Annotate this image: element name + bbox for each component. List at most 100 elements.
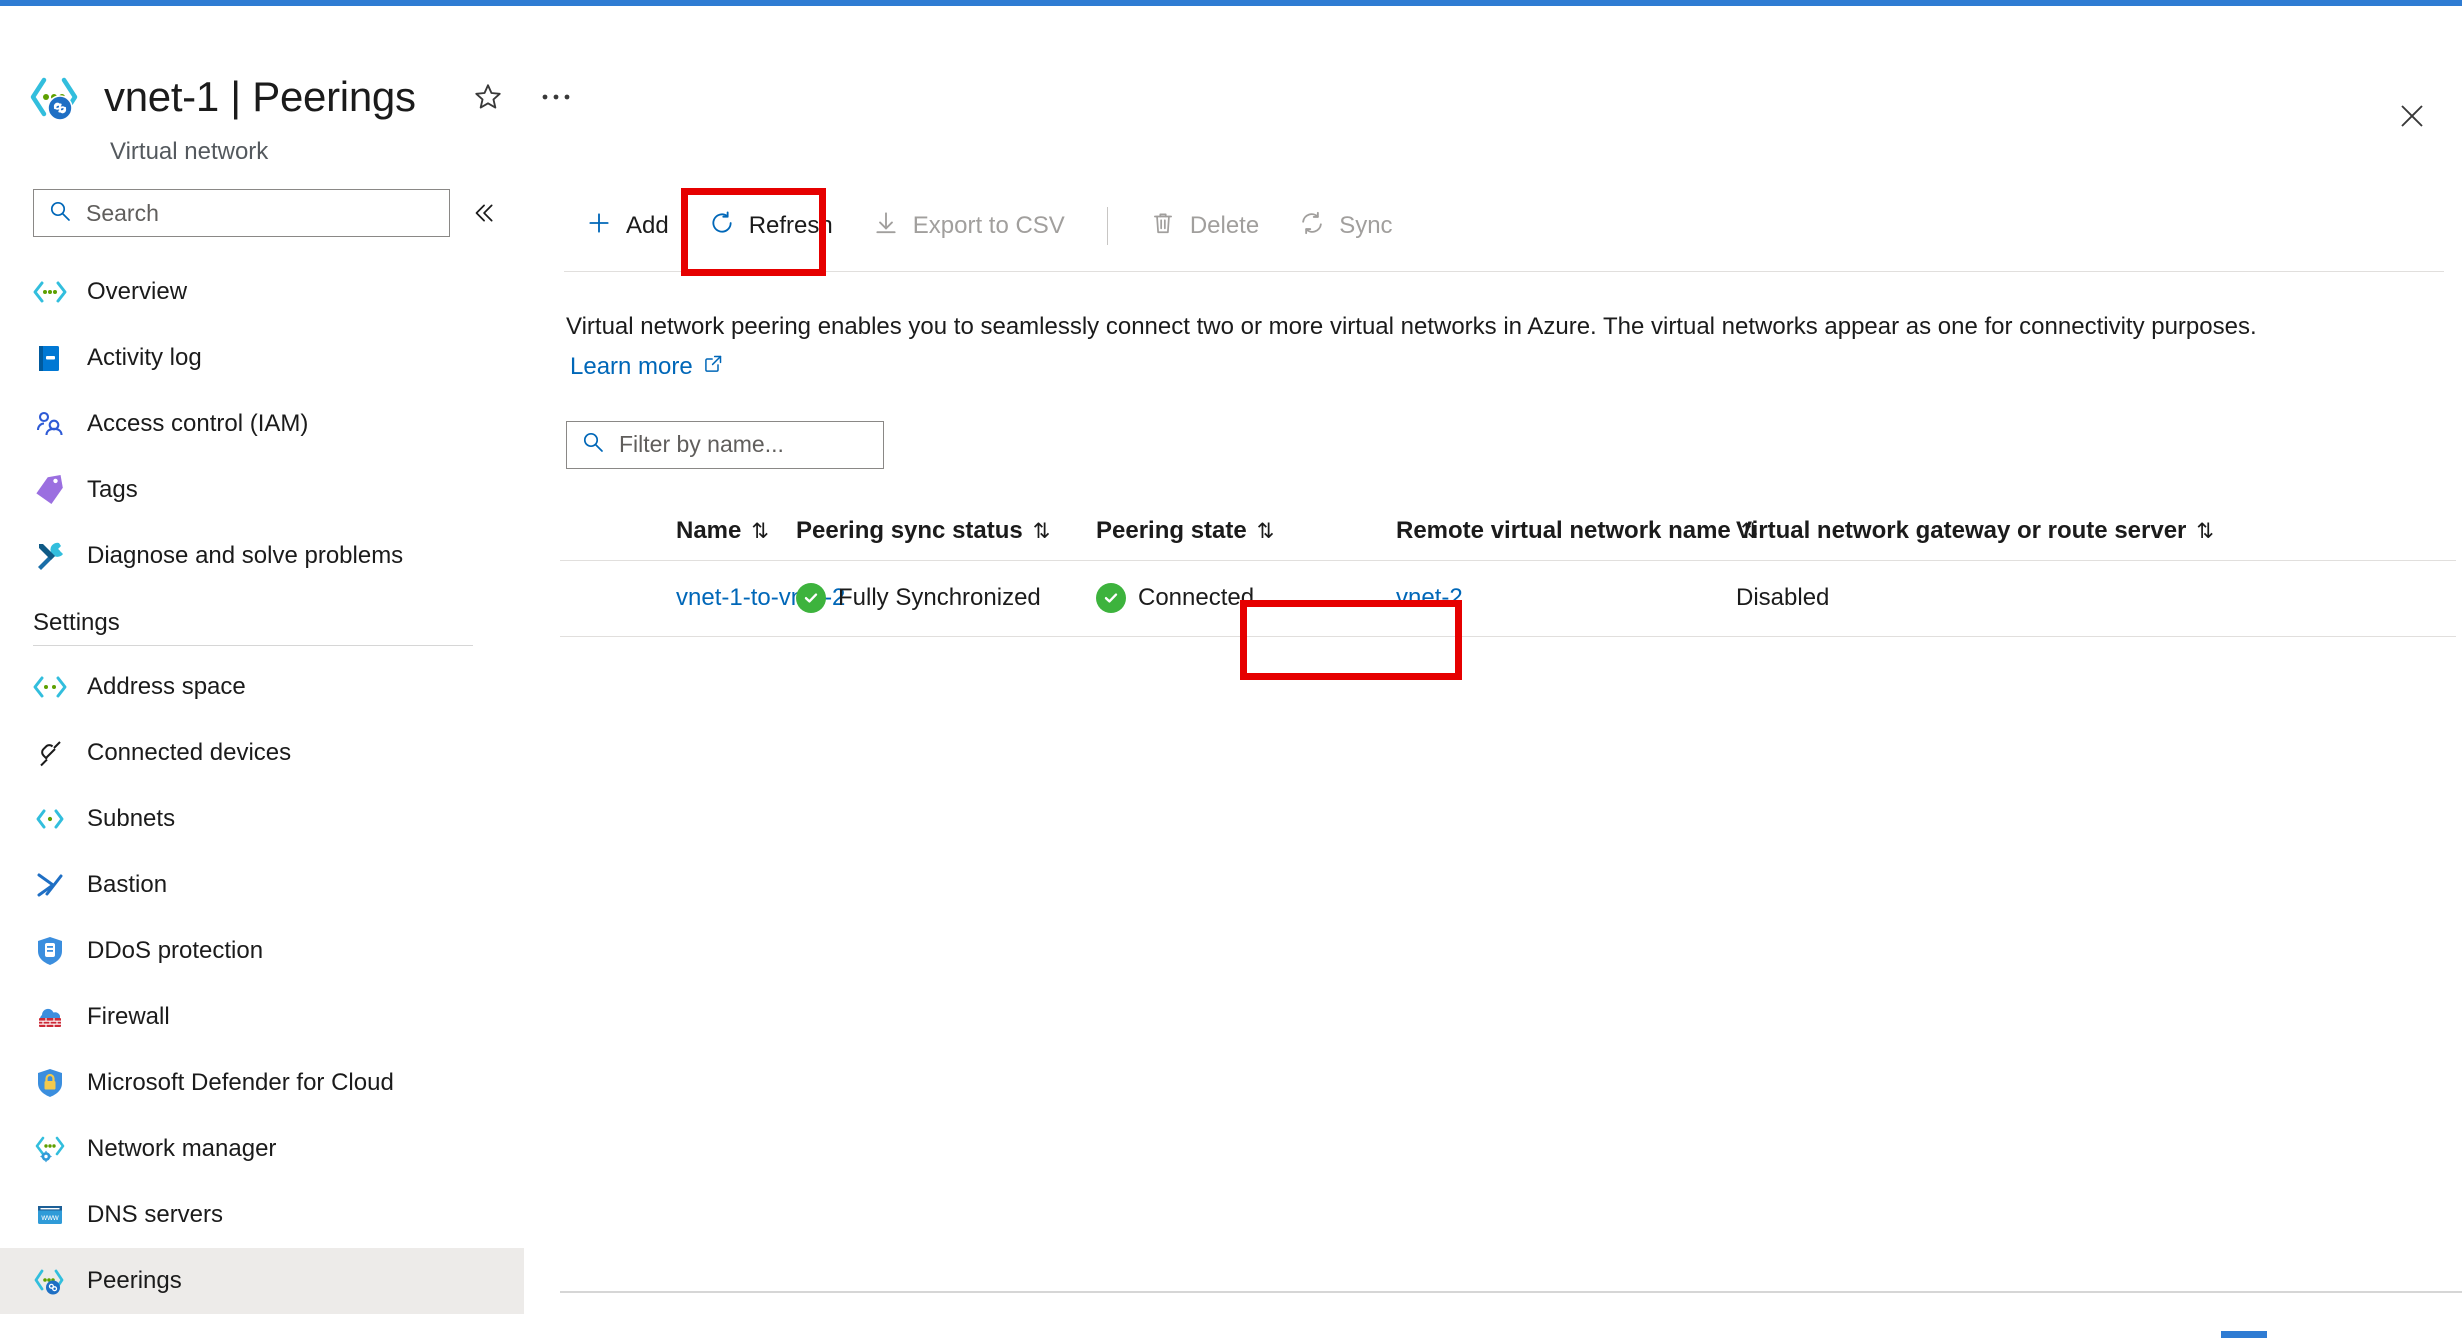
export-to-csv-button[interactable]: Export to CSV xyxy=(853,195,1085,257)
sidebar-item-label: Connected devices xyxy=(87,739,292,766)
sort-updown-icon: ⇅ xyxy=(1256,519,1275,543)
ellipsis-icon[interactable] xyxy=(536,77,576,117)
sidebar-item-network-manager[interactable]: Network manager xyxy=(0,1116,524,1182)
sidebar-item-dns-servers[interactable]: www DNS servers xyxy=(0,1182,524,1248)
column-header-label: Name xyxy=(676,517,742,545)
column-header-label: Peering sync status xyxy=(796,517,1023,545)
sidebar-item-tags[interactable]: Tags xyxy=(0,457,524,523)
sidebar-item-ddos-protection[interactable]: DDoS protection xyxy=(0,918,524,984)
command-bar-rule xyxy=(564,271,2444,272)
add-button-label: Add xyxy=(626,212,669,239)
sidebar-item-label: Diagnose and solve problems xyxy=(87,542,404,569)
svg-text:www: www xyxy=(40,1213,59,1222)
sidebar-item-label: Tags xyxy=(87,476,138,503)
cell-gateway-or-route-server: Disabled xyxy=(1736,584,2296,612)
sidebar-item-label: DNS servers xyxy=(87,1201,224,1228)
sidebar-item-bastion[interactable]: Bastion xyxy=(0,852,524,918)
add-button[interactable]: Add xyxy=(566,195,689,257)
sidebar-item-label: Overview xyxy=(87,278,188,305)
title-actions xyxy=(468,77,576,117)
search-icon xyxy=(581,430,605,459)
star-icon[interactable] xyxy=(468,77,508,117)
column-header-peering-state[interactable]: Peering state ⇅ xyxy=(1096,517,1396,545)
remote-vnet-link[interactable]: vnet-2 xyxy=(1396,584,1463,612)
sidebar-item-defender-for-cloud[interactable]: Microsoft Defender for Cloud xyxy=(0,1050,524,1116)
address-space-icon xyxy=(33,670,67,704)
dns-servers-icon: www xyxy=(33,1198,67,1232)
column-header-virtual-network-gateway[interactable]: Virtual network gateway or route server … xyxy=(1736,517,2296,545)
delete-button-label: Delete xyxy=(1189,212,1260,239)
column-header-remote-virtual-network-name[interactable]: Remote virtual network name ⇅ xyxy=(1396,517,1758,545)
sidebar-item-label: DDoS protection xyxy=(87,937,264,964)
pagination-indicator[interactable] xyxy=(2221,1331,2267,1338)
delete-button[interactable]: Delete xyxy=(1130,195,1279,257)
activity-log-icon xyxy=(33,341,67,375)
diagnose-icon xyxy=(33,539,67,573)
sync-icon xyxy=(1299,210,1325,243)
blade-header: vnet-1 | Peerings Virtual network xyxy=(0,6,2462,181)
external-link-icon xyxy=(703,353,723,381)
sidebar-item-firewall[interactable]: Firewall xyxy=(0,984,524,1050)
search-input[interactable] xyxy=(86,199,435,227)
refresh-button-label: Refresh xyxy=(748,212,833,239)
refresh-icon xyxy=(709,210,735,243)
virtual-network-peering-icon xyxy=(30,70,84,124)
sidebar-item-label: Access control (IAM) xyxy=(87,410,309,437)
bastion-icon xyxy=(33,868,67,902)
sidebar-item-connected-devices[interactable]: Connected devices xyxy=(0,720,524,786)
export-to-csv-label: Export to CSV xyxy=(912,212,1065,239)
virtual-network-icon xyxy=(33,275,67,309)
cell-peering-state: Connected xyxy=(1096,583,1396,614)
sidebar-item-address-space[interactable]: Address space xyxy=(0,654,524,720)
access-control-icon xyxy=(33,407,67,441)
sidebar-item-overview[interactable]: Overview xyxy=(0,259,524,325)
search-input-wrapper[interactable] xyxy=(33,189,450,237)
sidebar-item-label: Bastion xyxy=(87,871,168,898)
sidebar-nav-primary: Overview Activity log Access control (IA… xyxy=(0,259,524,589)
sidebar-item-label: Microsoft Defender for Cloud xyxy=(87,1069,394,1096)
sidebar-item-access-control[interactable]: Access control (IAM) xyxy=(0,391,524,457)
peerings-table: Name ⇅ Peering sync status ⇅ Peering sta… xyxy=(560,503,2456,637)
close-icon[interactable] xyxy=(2390,94,2434,138)
cell-peering-sync-status: Fully Synchronized xyxy=(796,583,1096,614)
plus-icon xyxy=(586,210,612,243)
tags-icon xyxy=(33,473,67,507)
filter-input-wrapper[interactable] xyxy=(566,420,884,469)
main-content: Add Refresh Export to CSV Delete Sync Vi… xyxy=(560,181,2462,1338)
learn-more-link[interactable]: Learn more xyxy=(570,353,723,381)
subnets-icon xyxy=(33,802,67,836)
title-row: vnet-1 | Peerings xyxy=(30,70,576,124)
column-header-peering-sync-status[interactable]: Peering sync status ⇅ xyxy=(796,517,1096,545)
column-header-label: Remote virtual network name xyxy=(1396,517,1731,545)
sidebar-nav-settings: Address space Connected devices Subnets … xyxy=(0,654,524,1314)
search-icon xyxy=(48,199,72,228)
blade-sidebar: Overview Activity log Acc xyxy=(0,181,524,1338)
column-header-label: Peering state xyxy=(1096,517,1247,545)
sidebar-section-divider xyxy=(33,645,473,646)
sidebar-item-label: Peerings xyxy=(87,1267,182,1294)
sort-updown-icon: ⇅ xyxy=(751,519,769,543)
cell-peering-name: vnet-1-to-vnet-2 xyxy=(566,584,845,612)
sidebar-item-subnets[interactable]: Subnets xyxy=(0,786,524,852)
check-circle-green-icon xyxy=(1096,583,1126,614)
blade-subtitle: Virtual network xyxy=(110,138,269,165)
sidebar-item-label: Subnets xyxy=(87,805,176,832)
sidebar-item-peerings[interactable]: Peerings xyxy=(0,1248,524,1314)
sidebar-item-label: Activity log xyxy=(87,344,202,371)
cell-remote-virtual-network: vnet-2 xyxy=(1396,584,1736,612)
sidebar-item-label: Firewall xyxy=(87,1003,170,1030)
sidebar-section-settings: Settings xyxy=(33,609,120,636)
table-row[interactable]: vnet-1-to-vnet-2 Fully Synchronized Conn… xyxy=(560,561,2456,637)
refresh-button[interactable]: Refresh xyxy=(689,195,853,257)
command-bar-divider xyxy=(1106,207,1108,245)
sidebar-item-diagnose[interactable]: Diagnose and solve problems xyxy=(0,523,524,589)
sidebar-item-activity-log[interactable]: Activity log xyxy=(0,325,524,391)
filter-by-name-input[interactable] xyxy=(619,431,869,459)
sort-updown-icon: ⇅ xyxy=(2196,519,2214,543)
column-header-name[interactable]: Name ⇅ xyxy=(566,517,796,545)
command-bar: Add Refresh Export to CSV Delete Sync xyxy=(560,181,2462,271)
page-title: vnet-1 | Peerings xyxy=(104,73,416,120)
network-manager-icon xyxy=(33,1132,67,1166)
sync-button[interactable]: Sync xyxy=(1279,195,1412,257)
chevron-double-left-icon[interactable] xyxy=(460,190,506,236)
